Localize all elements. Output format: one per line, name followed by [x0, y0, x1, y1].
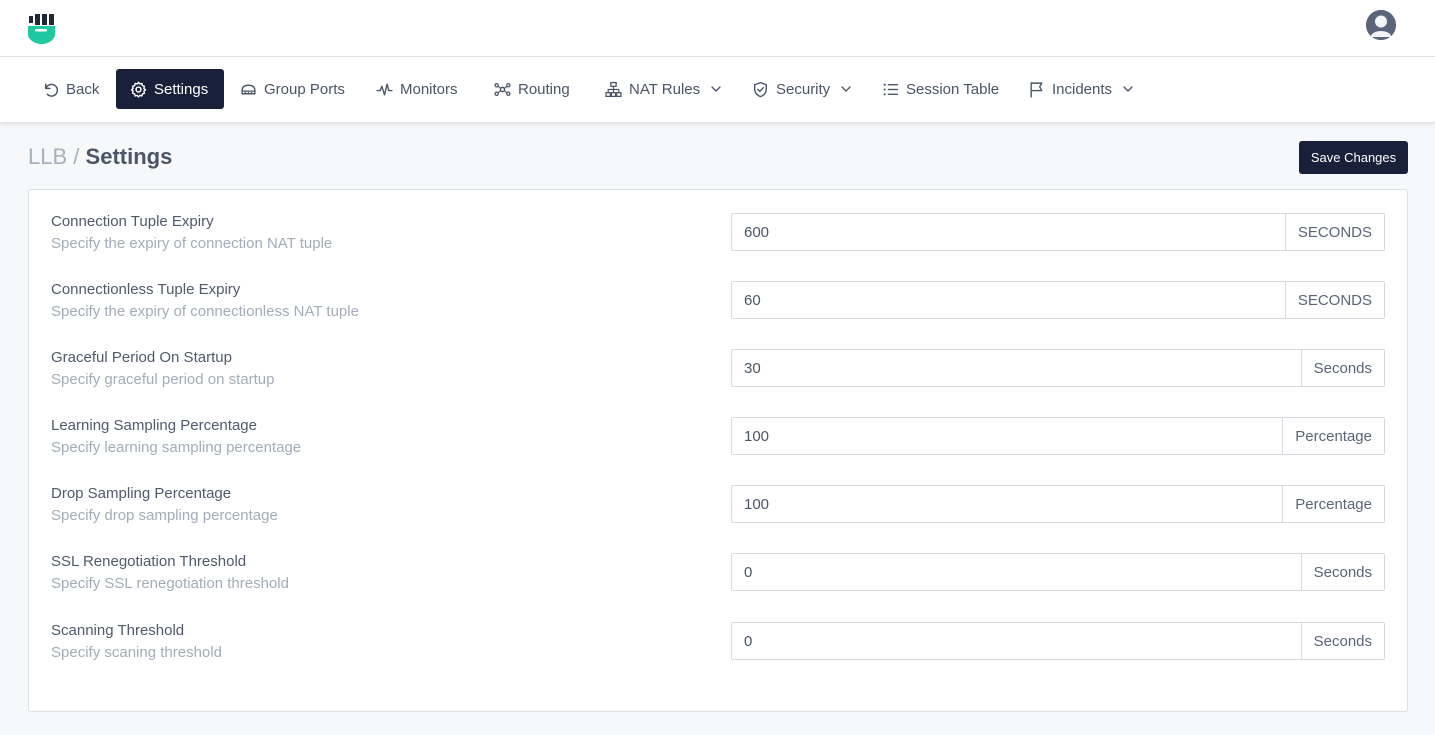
- user-avatar[interactable]: [1366, 10, 1396, 40]
- input-group: Seconds: [731, 622, 1385, 660]
- nav-settings[interactable]: Settings: [116, 69, 224, 109]
- setting-label: Graceful Period On Startup: [51, 349, 232, 366]
- connectionless-tuple-expiry-input[interactable]: [732, 282, 1285, 318]
- setting-label: Learning Sampling Percentage: [51, 417, 257, 434]
- nav-monitors-label: Monitors: [400, 80, 458, 98]
- setting-label: Connection Tuple Expiry: [51, 213, 214, 230]
- input-group: SECONDS: [731, 281, 1385, 319]
- setting-description: Specify graceful period on startup: [51, 371, 275, 388]
- setting-description: Specify the expiry of connectionless NAT…: [51, 303, 359, 320]
- nav-security[interactable]: Security: [752, 69, 852, 109]
- undo-icon: [44, 82, 59, 97]
- setting-description: Specify the expiry of connection NAT tup…: [51, 235, 333, 252]
- brand-logo[interactable]: [27, 12, 57, 46]
- nav-security-label: Security: [776, 80, 831, 98]
- setting-description: Specify scaning threshold: [51, 644, 222, 661]
- input-group: Seconds: [731, 553, 1385, 591]
- setting-row: Learning Sampling Percentage Specify lea…: [29, 417, 1409, 477]
- unit-addon: SECONDS: [1284, 214, 1384, 250]
- nav-incidents[interactable]: Incidents: [1028, 69, 1134, 109]
- unit-addon: SECONDS: [1284, 282, 1384, 318]
- router-icon: [241, 84, 256, 94]
- setting-row: Connectionless Tuple Expiry Specify the …: [29, 281, 1409, 341]
- connection-tuple-expiry-input[interactable]: [732, 214, 1285, 250]
- nav-nat-rules-label: NAT Rules: [629, 80, 701, 98]
- setting-row: Scanning Threshold Specify scaning thres…: [29, 622, 1409, 682]
- ssl-renegotiation-input[interactable]: [732, 554, 1301, 590]
- nav-session-table[interactable]: Session Table: [882, 69, 999, 109]
- nav-back-label: Back: [66, 80, 100, 98]
- setting-description: Specify drop sampling percentage: [51, 507, 278, 524]
- shield-icon: [753, 81, 768, 97]
- breadcrumb: LLB / Settings: [28, 144, 172, 170]
- setting-label: SSL Renegotiation Threshold: [51, 553, 247, 570]
- nav-session-table-label: Session Table: [906, 80, 1000, 98]
- chevron-down-icon: [1123, 86, 1133, 92]
- chevron-down-icon: [711, 86, 721, 92]
- chevron-down-icon: [841, 86, 851, 92]
- page-title: Settings: [85, 144, 173, 169]
- setting-row: Connection Tuple Expiry Specify the expi…: [29, 213, 1409, 273]
- pulse-icon: [376, 82, 393, 96]
- nav-settings-label: Settings: [154, 80, 209, 98]
- top-bar: [0, 0, 1435, 57]
- scanning-threshold-input[interactable]: [732, 623, 1301, 659]
- unit-addon: Percentage: [1282, 418, 1384, 454]
- setting-description: Specify SSL renegotiation threshold: [51, 575, 289, 592]
- unit-addon: Seconds: [1300, 554, 1384, 590]
- save-changes-button[interactable]: Save Changes: [1299, 141, 1408, 174]
- setting-label: Connectionless Tuple Expiry: [51, 281, 241, 298]
- input-group: Percentage: [731, 485, 1385, 523]
- flag-icon: [1030, 81, 1043, 98]
- gear-icon: [130, 81, 147, 98]
- drop-sampling-input[interactable]: [732, 486, 1283, 522]
- setting-row: Graceful Period On Startup Specify grace…: [29, 349, 1409, 409]
- nav-group-ports[interactable]: Group Ports: [240, 69, 345, 109]
- setting-label: Drop Sampling Percentage: [51, 485, 232, 502]
- nav-monitors[interactable]: Monitors: [376, 69, 458, 109]
- setting-description: Specify learning sampling percentage: [51, 439, 302, 456]
- settings-card: Connection Tuple Expiry Specify the expi…: [28, 189, 1408, 712]
- unit-addon: Seconds: [1300, 350, 1384, 386]
- list-icon: [883, 83, 898, 95]
- nav-back[interactable]: Back: [42, 69, 99, 109]
- nav-bar: Back Settings Group Ports Monitors Routi…: [0, 57, 1435, 123]
- nav-routing[interactable]: Routing: [494, 69, 570, 109]
- input-group: Percentage: [731, 417, 1385, 455]
- unit-addon: Percentage: [1282, 486, 1384, 522]
- network-icon: [494, 82, 511, 96]
- sitemap-icon: [605, 81, 622, 97]
- nav-incidents-label: Incidents: [1052, 80, 1113, 98]
- unit-addon: Seconds: [1300, 623, 1384, 659]
- graceful-period-input[interactable]: [732, 350, 1301, 386]
- setting-row: Drop Sampling Percentage Specify drop sa…: [29, 485, 1409, 545]
- setting-row: SSL Renegotiation Threshold Specify SSL …: [29, 553, 1409, 613]
- nav-group-ports-label: Group Ports: [264, 80, 345, 98]
- setting-label: Scanning Threshold: [51, 622, 185, 639]
- nav-nat-rules[interactable]: NAT Rules: [605, 69, 722, 109]
- input-group: SECONDS: [731, 213, 1385, 251]
- breadcrumb-parent[interactable]: LLB: [28, 144, 67, 169]
- nav-routing-label: Routing: [518, 80, 570, 98]
- learning-sampling-input[interactable]: [732, 418, 1283, 454]
- input-group: Seconds: [731, 349, 1385, 387]
- breadcrumb-separator: /: [73, 144, 80, 169]
